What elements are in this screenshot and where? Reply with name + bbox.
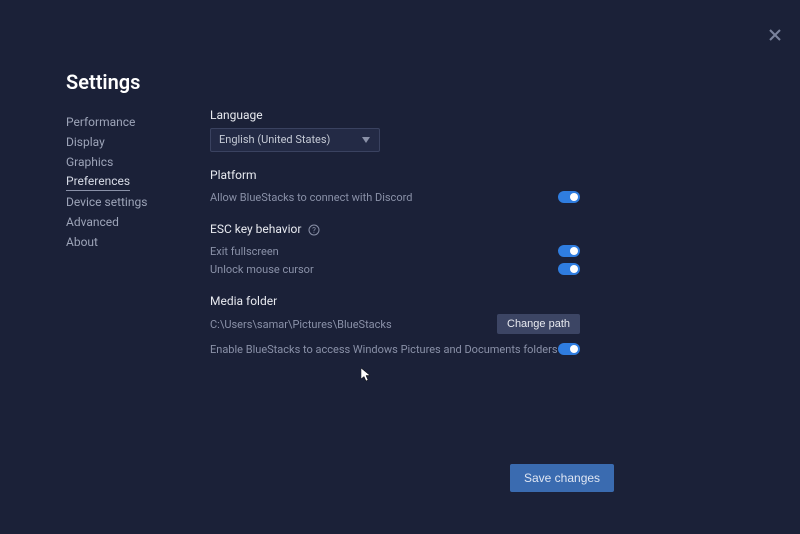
sidebar-item-advanced[interactable]: Advanced bbox=[66, 212, 186, 232]
sidebar-item-device-settings[interactable]: Device settings bbox=[66, 192, 186, 212]
settings-sidebar: Performance Display Graphics Preferences… bbox=[66, 112, 186, 252]
unlock-cursor-label: Unlock mouse cursor bbox=[210, 263, 314, 276]
language-section: Language English (United States) bbox=[210, 108, 580, 152]
media-section: Media folder C:\Users\samar\Pictures\Blu… bbox=[210, 294, 580, 358]
discord-toggle[interactable] bbox=[558, 191, 580, 203]
esc-title: ESC key behavior ? bbox=[210, 222, 580, 236]
platform-title: Platform bbox=[210, 168, 580, 182]
sidebar-item-about[interactable]: About bbox=[66, 232, 186, 252]
discord-toggle-label: Allow BlueStacks to connect with Discord bbox=[210, 191, 412, 204]
media-access-toggle[interactable] bbox=[558, 343, 580, 355]
media-access-label: Enable BlueStacks to access Windows Pict… bbox=[210, 343, 558, 356]
save-changes-button[interactable]: Save changes bbox=[510, 464, 614, 492]
exit-fullscreen-toggle[interactable] bbox=[558, 245, 580, 257]
chevron-down-icon bbox=[359, 133, 373, 147]
media-path: C:\Users\samar\Pictures\BlueStacks bbox=[210, 318, 392, 331]
esc-section: ESC key behavior ? Exit fullscreen Unloc… bbox=[210, 222, 580, 278]
esc-title-text: ESC key behavior bbox=[210, 222, 301, 236]
sidebar-item-performance[interactable]: Performance bbox=[66, 112, 186, 132]
close-button[interactable] bbox=[765, 25, 785, 45]
unlock-cursor-toggle[interactable] bbox=[558, 263, 580, 275]
page-title: Settings bbox=[66, 70, 140, 94]
change-path-button[interactable]: Change path bbox=[497, 314, 580, 334]
close-icon bbox=[769, 29, 781, 41]
svg-text:?: ? bbox=[313, 226, 317, 235]
exit-fullscreen-label: Exit fullscreen bbox=[210, 245, 279, 258]
media-title: Media folder bbox=[210, 294, 580, 308]
sidebar-item-preferences[interactable]: Preferences bbox=[66, 172, 130, 191]
cursor-icon bbox=[361, 368, 373, 382]
platform-section: Platform Allow BlueStacks to connect wit… bbox=[210, 168, 580, 206]
language-title: Language bbox=[210, 108, 580, 122]
help-icon[interactable]: ? bbox=[308, 224, 320, 236]
language-select-value: English (United States) bbox=[219, 129, 330, 151]
language-select[interactable]: English (United States) bbox=[210, 128, 380, 152]
sidebar-item-graphics[interactable]: Graphics bbox=[66, 152, 186, 172]
sidebar-item-display[interactable]: Display bbox=[66, 132, 186, 152]
preferences-content: Language English (United States) Platfor… bbox=[210, 108, 580, 374]
